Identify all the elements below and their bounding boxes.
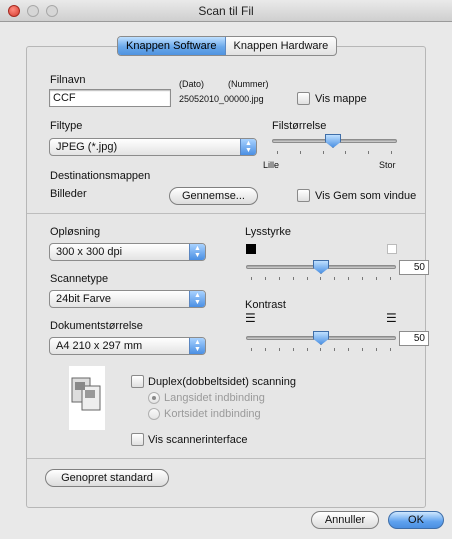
popup-arrows-icon: ▲ ▼ [189, 244, 205, 260]
brightness-ticks [251, 277, 391, 281]
scantype-value: 24bit Farve [56, 293, 112, 305]
contrast-label: Kontrast [245, 299, 286, 311]
resolution-value: 300 x 300 dpi [56, 246, 123, 258]
browse-button[interactable]: Gennemse... [169, 187, 258, 205]
filesize-max-label: Stor [379, 160, 396, 170]
filename-field[interactable]: CCF [49, 89, 171, 107]
docsize-value: A4 210 x 297 mm [56, 340, 143, 352]
light-swatch-icon [387, 244, 397, 254]
settings-panel: Filnavn CCF (Dato) (Nummer) 25052010_000… [26, 46, 429, 508]
contrast-value-field[interactable]: 50 [399, 331, 429, 346]
filetype-value: JPEG (*.jpg) [56, 141, 118, 153]
brightness-value-field[interactable]: 50 [399, 260, 429, 275]
restore-defaults-button[interactable]: Genopret standard [45, 469, 169, 487]
short-edge-radio[interactable] [148, 408, 160, 420]
example-filename: 25052010_00000.jpg [179, 94, 264, 104]
contrast-slider-knob[interactable] [313, 331, 329, 345]
filesize-ticks [277, 151, 392, 155]
scan-to-file-window: Scan til Fil Knappen Software Knappen Ha… [0, 0, 452, 539]
filesize-slider-knob[interactable] [325, 134, 341, 148]
resolution-label: Opløsning [50, 226, 101, 238]
popup-arrows-icon: ▲ ▼ [189, 291, 205, 307]
show-save-dialog-label: Vis Gem som vindue [315, 190, 417, 202]
filesize-label: Filstørrelse [272, 120, 327, 132]
section-divider [27, 458, 425, 459]
duplex-checkbox[interactable] [131, 375, 144, 388]
long-edge-radio[interactable] [148, 392, 160, 404]
filename-label: Filnavn [50, 74, 86, 86]
show-folder-label: Vis mappe [315, 93, 367, 105]
cancel-button[interactable]: Annuller [311, 511, 379, 529]
filesize-min-label: Lille [263, 160, 280, 170]
filetype-label: Filtype [50, 120, 83, 132]
contrast-ticks [251, 348, 391, 352]
date-label: (Dato) [179, 79, 205, 89]
show-scanner-interface-label: Vis scannerinterface [148, 434, 248, 446]
duplex-label: Duplex(dobbeltsidet) scanning [148, 376, 296, 388]
low-contrast-icon: ☰ [245, 311, 256, 325]
ok-button[interactable]: OK [388, 511, 444, 529]
destination-label: Destinationsmappen [50, 170, 151, 182]
long-edge-label: Langsidet indbinding [164, 392, 265, 404]
docsize-label: Dokumentstørrelse [50, 320, 143, 332]
brightness-label: Lysstyrke [245, 226, 292, 238]
tab-bar: Knappen Software Knappen Hardware [117, 36, 338, 56]
filetype-popup[interactable]: JPEG (*.jpg) ▲ ▼ [49, 138, 257, 156]
section-divider [27, 213, 425, 214]
high-contrast-icon: ☰ [386, 311, 397, 325]
destination-value: Billeder [50, 188, 87, 200]
number-label: (Nummer) [228, 79, 269, 89]
tab-hardware-button[interactable]: Knappen Hardware [226, 37, 337, 55]
dark-swatch-icon [246, 244, 256, 254]
scantype-popup[interactable]: 24bit Farve ▲ ▼ [49, 290, 206, 308]
resolution-popup[interactable]: 300 x 300 dpi ▲ ▼ [49, 243, 206, 261]
window-title: Scan til Fil [198, 4, 254, 18]
show-folder-checkbox[interactable] [297, 92, 310, 105]
brightness-slider-knob[interactable] [313, 260, 329, 274]
scantype-label: Scannetype [50, 273, 109, 285]
show-scanner-interface-checkbox[interactable] [131, 433, 144, 446]
short-edge-label: Kortsidet indbinding [164, 408, 261, 420]
docsize-popup[interactable]: A4 210 x 297 mm ▲ ▼ [49, 337, 206, 355]
popup-arrows-icon: ▲ ▼ [189, 338, 205, 354]
tab-software-button[interactable]: Knappen Software [118, 37, 226, 55]
title-bar[interactable]: Scan til Fil [0, 0, 452, 22]
show-save-dialog-checkbox[interactable] [297, 189, 310, 202]
duplex-document-icon [69, 366, 105, 430]
popup-arrows-icon: ▲ ▼ [240, 139, 256, 155]
